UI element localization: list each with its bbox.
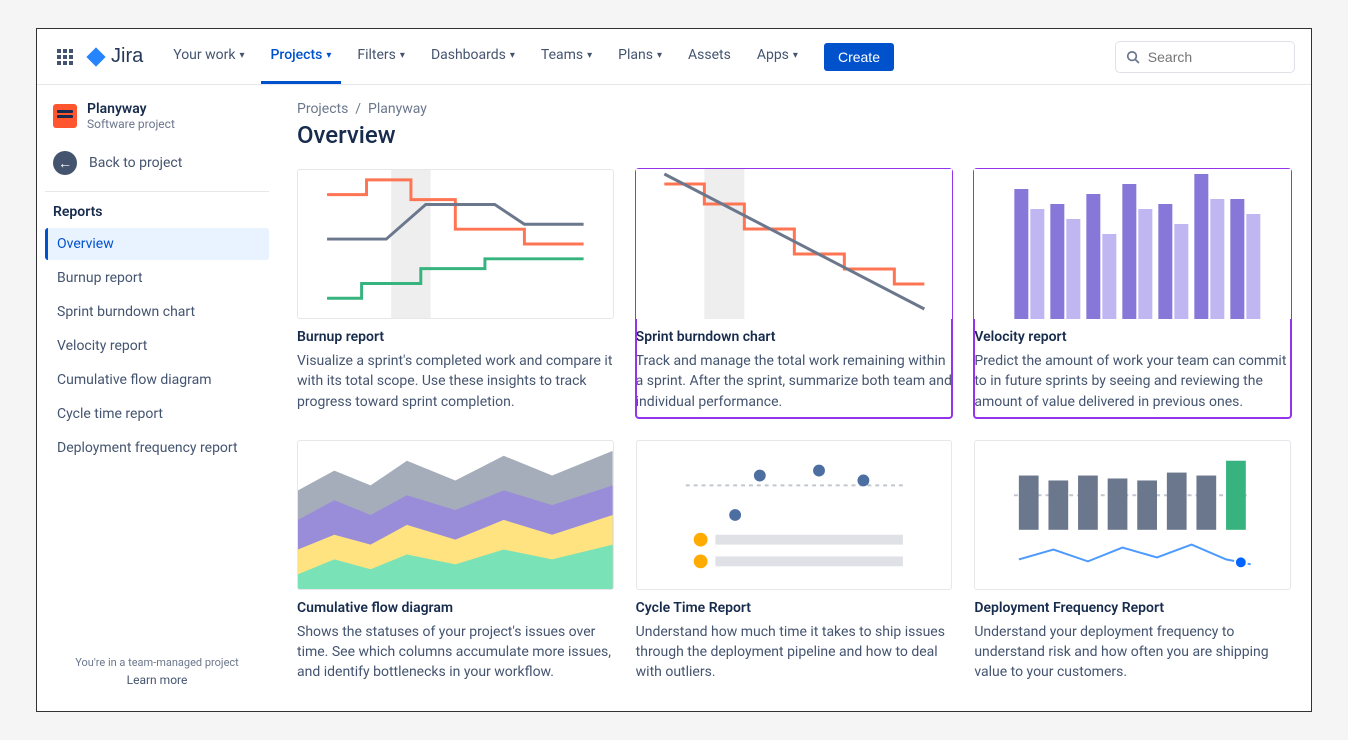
breadcrumb-parent[interactable]: Projects [297, 101, 348, 117]
page-title: Overview [297, 121, 1291, 149]
learn-more-link[interactable]: Learn more [53, 673, 261, 687]
back-to-project[interactable]: ← Back to project [45, 143, 269, 183]
sidebar-item-burnup-report[interactable]: Burnup report [45, 262, 269, 294]
chevron-down-icon: ▾ [510, 50, 515, 61]
report-card-deployment-frequency-report[interactable]: Deployment Frequency Report Understand yo… [974, 440, 1291, 683]
sidebar-item-velocity-report[interactable]: Velocity report [45, 330, 269, 362]
report-card-title: Velocity report [974, 329, 1291, 345]
breadcrumb: Projects / Planyway [297, 101, 1291, 117]
top-nav: Jira Your work▾Projects▾Filters▾Dashboar… [37, 29, 1311, 85]
back-arrow-icon: ← [53, 151, 77, 175]
report-card-velocity-report[interactable]: Velocity report Predict the amount of wor… [974, 169, 1291, 418]
create-button[interactable]: Create [824, 43, 894, 71]
report-card-title: Burnup report [297, 329, 614, 345]
report-card-title: Sprint burndown chart [636, 329, 953, 345]
nav-item-dashboards[interactable]: Dashboards▾ [421, 29, 525, 84]
nav-items: Your work▾Projects▾Filters▾Dashboards▾Te… [163, 29, 808, 84]
jira-logo[interactable]: Jira [85, 45, 143, 68]
breadcrumb-current[interactable]: Planyway [368, 101, 427, 117]
report-card-desc: Track and manage the total work remainin… [636, 351, 953, 412]
sidebar-item-cumulative-flow-diagram[interactable]: Cumulative flow diagram [45, 364, 269, 396]
report-card-sprint-burndown-chart[interactable]: Sprint burndown chart Track and manage th… [636, 169, 953, 418]
report-thumbnail [636, 440, 953, 590]
jira-logo-text: Jira [111, 45, 143, 68]
sidebar-footer: You're in a team-managed project Learn m… [45, 648, 269, 695]
sidebar-item-sprint-burndown-chart[interactable]: Sprint burndown chart [45, 296, 269, 328]
search-icon [1126, 49, 1140, 65]
report-card-title: Cycle Time Report [636, 600, 953, 616]
back-label: Back to project [89, 155, 182, 171]
chevron-down-icon: ▾ [239, 50, 244, 61]
sidebar-section-heading: Reports [45, 204, 269, 228]
nav-item-filters[interactable]: Filters▾ [347, 29, 415, 84]
report-cards-grid: Burnup report Visualize a sprint's comple… [297, 169, 1291, 683]
search-box[interactable] [1115, 41, 1295, 73]
report-card-desc: Visualize a sprint's completed work and … [297, 351, 614, 412]
project-header[interactable]: Planyway Software project [45, 101, 269, 143]
report-card-desc: Understand how much time it takes to shi… [636, 622, 953, 683]
project-icon [53, 104, 77, 128]
sidebar-item-overview[interactable]: Overview [45, 228, 269, 260]
main-content: Projects / Planyway Overview Burnup repo… [277, 85, 1311, 711]
chevron-down-icon: ▾ [587, 50, 592, 61]
nav-item-your-work[interactable]: Your work▾ [163, 29, 254, 84]
project-name: Planyway [87, 101, 175, 117]
nav-item-plans[interactable]: Plans▾ [608, 29, 672, 84]
report-thumbnail [974, 440, 1291, 590]
chevron-down-icon: ▾ [326, 50, 331, 61]
app-switcher-icon[interactable] [53, 45, 77, 69]
report-thumbnail [636, 169, 953, 319]
app-frame: Jira Your work▾Projects▾Filters▾Dashboar… [36, 28, 1312, 712]
nav-item-projects[interactable]: Projects▾ [261, 29, 342, 84]
nav-item-teams[interactable]: Teams▾ [531, 29, 602, 84]
chevron-down-icon: ▾ [793, 50, 798, 61]
nav-item-assets[interactable]: Assets [678, 29, 741, 84]
report-thumbnail [974, 169, 1291, 319]
nav-item-apps[interactable]: Apps▾ [747, 29, 808, 84]
report-card-cycle-time-report[interactable]: Cycle Time Report Understand how much tim… [636, 440, 953, 683]
report-thumbnail [297, 440, 614, 590]
report-card-desc: Understand your deployment frequency to … [974, 622, 1291, 683]
sidebar-item-deployment-frequency-report[interactable]: Deployment frequency report [45, 432, 269, 464]
report-card-title: Cumulative flow diagram [297, 600, 614, 616]
search-input[interactable] [1148, 49, 1284, 65]
report-card-cumulative-flow-diagram[interactable]: Cumulative flow diagram Shows the statuse… [297, 440, 614, 683]
sidebar-item-cycle-time-report[interactable]: Cycle time report [45, 398, 269, 430]
chevron-down-icon: ▾ [400, 50, 405, 61]
report-card-title: Deployment Frequency Report [974, 600, 1291, 616]
sidebar: Planyway Software project ← Back to proj… [37, 85, 277, 711]
project-type: Software project [87, 117, 175, 131]
report-card-burnup-report[interactable]: Burnup report Visualize a sprint's comple… [297, 169, 614, 418]
chevron-down-icon: ▾ [657, 50, 662, 61]
report-card-desc: Shows the statuses of your project's iss… [297, 622, 614, 683]
sidebar-items: OverviewBurnup reportSprint burndown cha… [45, 228, 269, 466]
report-thumbnail [297, 169, 614, 319]
report-card-desc: Predict the amount of work your team can… [974, 351, 1291, 412]
